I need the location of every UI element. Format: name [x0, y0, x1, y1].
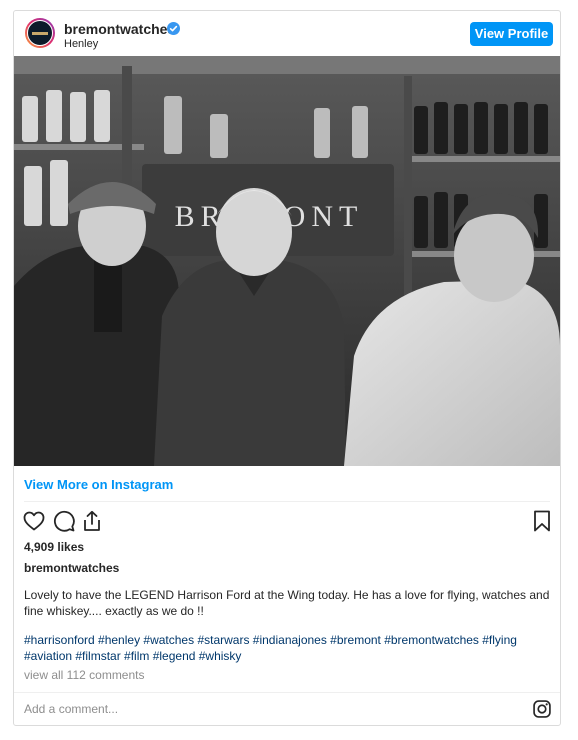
- post-photo[interactable]: BREMONT: [14, 56, 560, 466]
- view-more-on-instagram-link[interactable]: View More on Instagram: [24, 477, 173, 492]
- avatar-image: [27, 20, 53, 46]
- hashtags-line-1[interactable]: #harrisonford #henley #watches #starwars…: [24, 632, 550, 648]
- location-link[interactable]: Henley: [64, 38, 98, 50]
- post-photo-image: BREMONT: [14, 56, 560, 466]
- bookmark-icon[interactable]: [530, 509, 554, 533]
- comment-icon[interactable]: [52, 509, 76, 533]
- caption-username[interactable]: bremontwatches: [24, 561, 119, 575]
- verified-badge-icon: [167, 22, 180, 35]
- view-profile-button[interactable]: View Profile: [470, 22, 553, 46]
- share-icon[interactable]: [80, 509, 104, 533]
- avatar-logo-mark: [32, 32, 48, 35]
- instagram-embed-card: bremontwatches Henley View Profile View …: [13, 10, 561, 726]
- add-comment-input[interactable]: Add a comment...: [24, 702, 118, 716]
- action-bar: [14, 509, 560, 535]
- heart-icon[interactable]: [22, 509, 46, 533]
- post-header: bremontwatches Henley View Profile: [14, 11, 560, 56]
- likes-count[interactable]: 4,909 likes: [24, 540, 84, 554]
- view-all-comments-link[interactable]: view all 112 comments: [24, 668, 145, 682]
- caption-text: Lovely to have the LEGEND Harrison Ford …: [24, 588, 550, 618]
- comment-bar: Add a comment...: [14, 692, 560, 726]
- divider: [24, 501, 550, 502]
- avatar[interactable]: [25, 18, 55, 48]
- username-link[interactable]: bremontwatches: [64, 21, 175, 37]
- instagram-icon[interactable]: [532, 699, 552, 719]
- hashtags-line-2[interactable]: #aviation #filmstar #film #legend #whisk…: [24, 648, 550, 664]
- hashtags: #harrisonford #henley #watches #starwars…: [24, 632, 550, 664]
